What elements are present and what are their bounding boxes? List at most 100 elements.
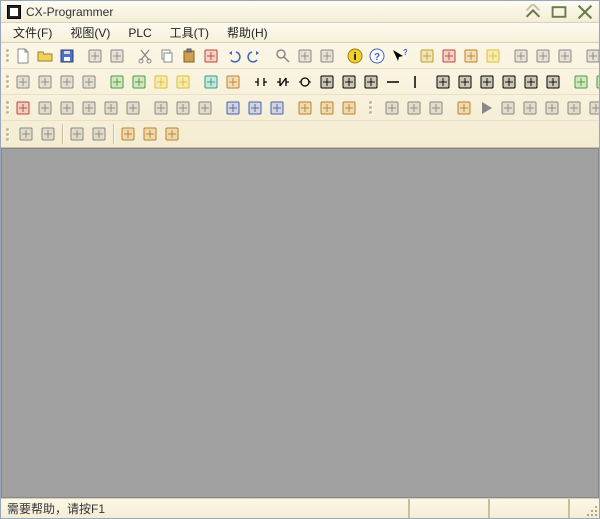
num16-button[interactable] [266, 97, 288, 119]
stack2-button[interactable] [316, 97, 338, 119]
info-yellow-button[interactable]: i [344, 45, 366, 67]
coil-reset-button[interactable] [338, 71, 360, 93]
go-start-button[interactable] [563, 97, 585, 119]
indent-left-button[interactable] [15, 123, 37, 145]
win2-button[interactable] [172, 97, 194, 119]
align2-button[interactable] [88, 123, 110, 145]
open-file-button[interactable] [34, 45, 56, 67]
toolbar-grip[interactable] [6, 46, 9, 66]
step-out-button[interactable] [541, 97, 563, 119]
num10b-button[interactable] [244, 97, 266, 119]
stack3-button[interactable] [338, 97, 360, 119]
status-resize-grip[interactable] [569, 499, 599, 518]
goto-button[interactable] [316, 45, 338, 67]
toolbar-grip[interactable] [6, 98, 9, 118]
play-button[interactable] [475, 97, 497, 119]
build-button[interactable] [592, 71, 599, 93]
line-v-button[interactable] [404, 71, 426, 93]
copy-button[interactable] [156, 45, 178, 67]
delete-rung-button[interactable] [520, 71, 542, 93]
print-preview-button[interactable] [106, 45, 128, 67]
flag1-button[interactable] [510, 45, 532, 67]
num10-button[interactable] [222, 97, 244, 119]
zoom-fit-button[interactable] [78, 71, 100, 93]
bell-button[interactable] [416, 45, 438, 67]
save-file-button[interactable] [56, 45, 78, 67]
menu-3[interactable]: 工具(T) [162, 23, 217, 42]
db-list-button[interactable] [128, 71, 150, 93]
menu-0[interactable]: 文件(F) [5, 23, 60, 42]
block1-button[interactable] [582, 45, 599, 67]
new-file-button[interactable] [12, 45, 34, 67]
delete-button[interactable] [200, 45, 222, 67]
grid-teal-button[interactable] [200, 71, 222, 93]
contact-no-button[interactable] [250, 71, 272, 93]
rung-above-button[interactable] [432, 71, 454, 93]
toolbar-grip[interactable] [6, 72, 9, 92]
layer3-button[interactable] [425, 97, 447, 119]
flag2-button[interactable] [532, 45, 554, 67]
branch-button[interactable] [476, 71, 498, 93]
coil-diff-button[interactable] [360, 71, 382, 93]
pause-flag-button[interactable] [554, 45, 576, 67]
link6-button[interactable] [122, 97, 144, 119]
win3-button[interactable] [194, 97, 216, 119]
align1-button[interactable] [66, 123, 88, 145]
zoom-out-button[interactable] [34, 71, 56, 93]
win1-button[interactable] [150, 97, 172, 119]
compile-button[interactable] [570, 71, 592, 93]
spark1-button[interactable] [117, 123, 139, 145]
go-end-button[interactable] [585, 97, 599, 119]
db-green-button[interactable] [106, 71, 128, 93]
coil-button[interactable] [294, 71, 316, 93]
toolbar-grip[interactable] [369, 98, 372, 118]
paste-button[interactable] [178, 45, 200, 67]
layer2-button[interactable] [403, 97, 425, 119]
spark2-button[interactable] [139, 123, 161, 145]
cursor-button[interactable] [12, 71, 34, 93]
find-button[interactable] [272, 45, 294, 67]
toolbar-grip[interactable] [6, 124, 12, 144]
maximize-button[interactable] [551, 5, 567, 19]
whats-this-button[interactable]: ? [388, 45, 410, 67]
rung-below-button[interactable] [454, 71, 476, 93]
menu-1[interactable]: 视图(V) [62, 23, 118, 42]
link5-button[interactable] [100, 97, 122, 119]
hourglass-button[interactable] [222, 71, 244, 93]
step-in-button[interactable] [497, 97, 519, 119]
close-button[interactable] [577, 5, 593, 19]
spark3-button[interactable] [161, 123, 183, 145]
zoom-in-button[interactable] [56, 71, 78, 93]
branch-down-button[interactable] [498, 71, 520, 93]
contact-nc-button[interactable] [272, 71, 294, 93]
merge-button[interactable] [542, 71, 564, 93]
redo-button[interactable] [244, 45, 266, 67]
workspace-area [1, 148, 599, 498]
link1-button[interactable] [12, 97, 34, 119]
indent-right-button[interactable] [37, 123, 59, 145]
replace-button[interactable] [294, 45, 316, 67]
cut-button[interactable] [134, 45, 156, 67]
minimize-button[interactable] [525, 5, 541, 19]
db-yellow-button[interactable] [150, 71, 172, 93]
user3-button[interactable] [482, 45, 504, 67]
help-context-button[interactable]: ? [366, 45, 388, 67]
menu-4[interactable]: 帮助(H) [219, 23, 276, 42]
line-h-button[interactable] [382, 71, 404, 93]
link4-button[interactable] [78, 97, 100, 119]
svg-text:i: i [353, 51, 356, 63]
print-button[interactable] [84, 45, 106, 67]
step-over-button[interactable] [519, 97, 541, 119]
layer1-button[interactable] [381, 97, 403, 119]
link3-button[interactable] [56, 97, 78, 119]
window-title: CX-Programmer [26, 5, 525, 19]
watch-button[interactable] [453, 97, 475, 119]
link2-button[interactable] [34, 97, 56, 119]
user2-button[interactable] [460, 45, 482, 67]
coil-set-button[interactable] [316, 71, 338, 93]
stack1-button[interactable] [294, 97, 316, 119]
grid-yellow-button[interactable] [172, 71, 194, 93]
user1-button[interactable] [438, 45, 460, 67]
menu-2[interactable]: PLC [120, 25, 159, 41]
undo-button[interactable] [222, 45, 244, 67]
